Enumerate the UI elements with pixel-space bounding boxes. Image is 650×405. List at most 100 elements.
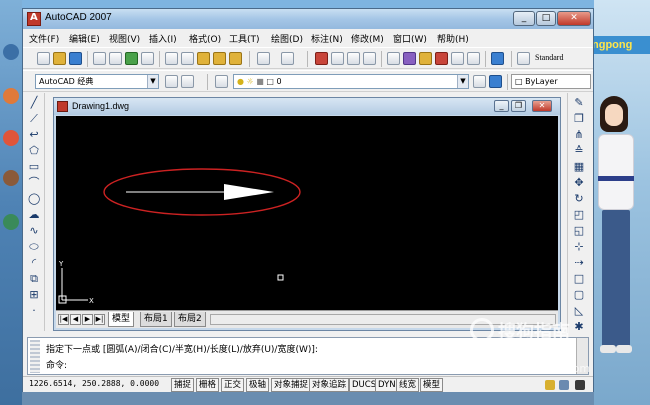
menu-edit[interactable]: 编辑(E) — [69, 32, 100, 45]
new-file-icon[interactable] — [37, 52, 50, 65]
calculator-icon[interactable] — [467, 52, 480, 65]
layer-select[interactable]: ● ☼ ■ □ 0 ▼ — [233, 74, 469, 89]
trim-icon[interactable]: ⊹ — [573, 241, 585, 253]
snap-toggle[interactable]: 捕捉 — [171, 378, 195, 392]
array-icon[interactable]: ▦ — [573, 161, 585, 173]
menu-help[interactable]: 帮助(H) — [437, 32, 469, 45]
ellipse-arc-icon[interactable]: ◜ — [28, 257, 40, 269]
desktop-icon[interactable] — [3, 214, 19, 230]
tab-layout1[interactable]: 布局1 — [140, 312, 172, 327]
close-button[interactable]: ✕ — [557, 11, 591, 26]
break-icon[interactable]: □ — [573, 273, 585, 285]
command-window-grip[interactable] — [30, 340, 40, 373]
lineweight-toggle[interactable]: 线宽 — [396, 378, 420, 392]
maximize-button[interactable]: □ — [536, 11, 556, 26]
polyline-icon[interactable]: ↩ — [28, 129, 40, 141]
menu-draw[interactable]: 绘图(D) — [271, 32, 303, 45]
title-bar[interactable]: AutoCAD 2007 _ □ ✕ — [23, 9, 593, 29]
workspace-select[interactable]: AutoCAD 经典 ▼ — [35, 74, 159, 89]
rotate-icon[interactable]: ↻ — [573, 193, 585, 205]
print-preview-icon[interactable] — [109, 52, 122, 65]
desktop-icon[interactable] — [3, 170, 19, 186]
polygon-icon[interactable]: ⬠ — [28, 145, 40, 157]
open-file-icon[interactable] — [53, 52, 66, 65]
communication-center-icon[interactable] — [545, 380, 555, 390]
circle-icon[interactable]: ◯ — [28, 193, 40, 205]
layer-previous-icon[interactable] — [489, 75, 502, 88]
menu-dimension[interactable]: 标注(N) — [311, 32, 343, 45]
polar-toggle[interactable]: 极轴 — [246, 378, 270, 392]
drawing-close-button[interactable]: ✕ — [532, 100, 552, 112]
plot-icon[interactable] — [141, 52, 154, 65]
erase-icon[interactable]: ✎ — [573, 97, 585, 109]
point-icon[interactable]: · — [28, 305, 40, 317]
properties-icon[interactable] — [387, 52, 400, 65]
menu-insert[interactable]: 插入(I) — [149, 32, 177, 45]
drawing-minimize-button[interactable]: _ — [494, 100, 509, 112]
rectangle-icon[interactable]: ▭ — [28, 161, 40, 173]
tool-palettes-icon[interactable] — [419, 52, 432, 65]
scale-icon[interactable]: ◰ — [573, 209, 585, 221]
command-input[interactable]: 命令: — [46, 358, 67, 371]
menu-window[interactable]: 窗口(W) — [393, 32, 427, 45]
chevron-down-icon[interactable]: ▼ — [147, 75, 158, 88]
desktop-icon[interactable] — [3, 44, 19, 60]
tab-layout2[interactable]: 布局2 — [174, 312, 206, 327]
move-icon[interactable]: ✥ — [573, 177, 585, 189]
design-center-icon[interactable] — [403, 52, 416, 65]
drawing-title-bar[interactable]: Drawing1.dwg _ ❐ ✕ — [54, 98, 560, 115]
coordinates-readout[interactable]: 1226.6514, 250.2888, 0.0000 — [29, 379, 159, 388]
copy-icon[interactable] — [181, 52, 194, 65]
zoom-realtime-icon[interactable] — [331, 52, 344, 65]
ellipse-icon[interactable]: ⬭ — [28, 241, 40, 253]
menu-view[interactable]: 视图(V) — [109, 32, 140, 45]
tab-model[interactable]: 模型 — [108, 312, 135, 327]
join-icon[interactable]: ▢ — [573, 289, 585, 301]
save-icon[interactable] — [69, 52, 82, 65]
next-tab-button[interactable]: ▶ — [82, 314, 93, 325]
arc-icon[interactable]: ⌒ — [28, 177, 40, 189]
redo-icon[interactable] — [281, 52, 294, 65]
paste-icon[interactable] — [197, 52, 210, 65]
workspace-save-icon[interactable] — [181, 75, 194, 88]
color-select[interactable]: □ ByLayer — [511, 74, 591, 89]
copy-object-icon[interactable]: ❐ — [573, 113, 585, 125]
cut-icon[interactable] — [165, 52, 178, 65]
chevron-down-icon[interactable]: ▼ — [457, 75, 468, 88]
object-track-toggle[interactable]: 对象追踪 — [309, 378, 350, 392]
undo-icon[interactable] — [257, 52, 270, 65]
extend-icon[interactable]: ⇢ — [573, 257, 585, 269]
minimize-button[interactable]: _ — [513, 11, 535, 26]
drawing-file-icon[interactable] — [57, 101, 68, 112]
last-tab-button[interactable]: ▶| — [94, 314, 105, 325]
markup-icon[interactable] — [451, 52, 464, 65]
print-icon[interactable] — [93, 52, 106, 65]
insert-block-icon[interactable]: ⧉ — [28, 273, 40, 285]
sheet-set-icon[interactable] — [435, 52, 448, 65]
menu-modify[interactable]: 修改(M) — [351, 32, 384, 45]
block-editor-icon[interactable] — [229, 52, 242, 65]
menu-file[interactable]: 文件(F) — [29, 32, 59, 45]
line-icon[interactable]: ╱ — [28, 97, 40, 109]
menu-tools[interactable]: 工具(T) — [229, 32, 260, 45]
workspace-settings-icon[interactable] — [165, 75, 178, 88]
spline-icon[interactable]: ∿ — [28, 225, 40, 237]
layer-manager-icon[interactable] — [215, 75, 228, 88]
zoom-previous-icon[interactable] — [363, 52, 376, 65]
help-icon[interactable] — [491, 52, 504, 65]
mirror-icon[interactable]: ⋔ — [573, 129, 585, 141]
offset-icon[interactable]: ≙ — [573, 145, 585, 157]
desktop-icon[interactable] — [3, 88, 19, 104]
model-toggle[interactable]: 模型 — [420, 378, 444, 392]
text-style-icon[interactable] — [517, 52, 530, 65]
object-snap-toggle[interactable]: 对象捕捉 — [271, 378, 312, 392]
publish-icon[interactable] — [125, 52, 138, 65]
match-properties-icon[interactable] — [213, 52, 226, 65]
grid-toggle[interactable]: 栅格 — [196, 378, 220, 392]
autocad-app-icon[interactable] — [27, 12, 41, 26]
clean-screen-icon[interactable] — [575, 380, 585, 390]
prev-tab-button[interactable]: ◀ — [70, 314, 81, 325]
menu-format[interactable]: 格式(O) — [189, 32, 221, 45]
text-style-value[interactable]: Standard — [535, 53, 563, 62]
model-space-canvas[interactable]: Y X — [56, 116, 558, 310]
